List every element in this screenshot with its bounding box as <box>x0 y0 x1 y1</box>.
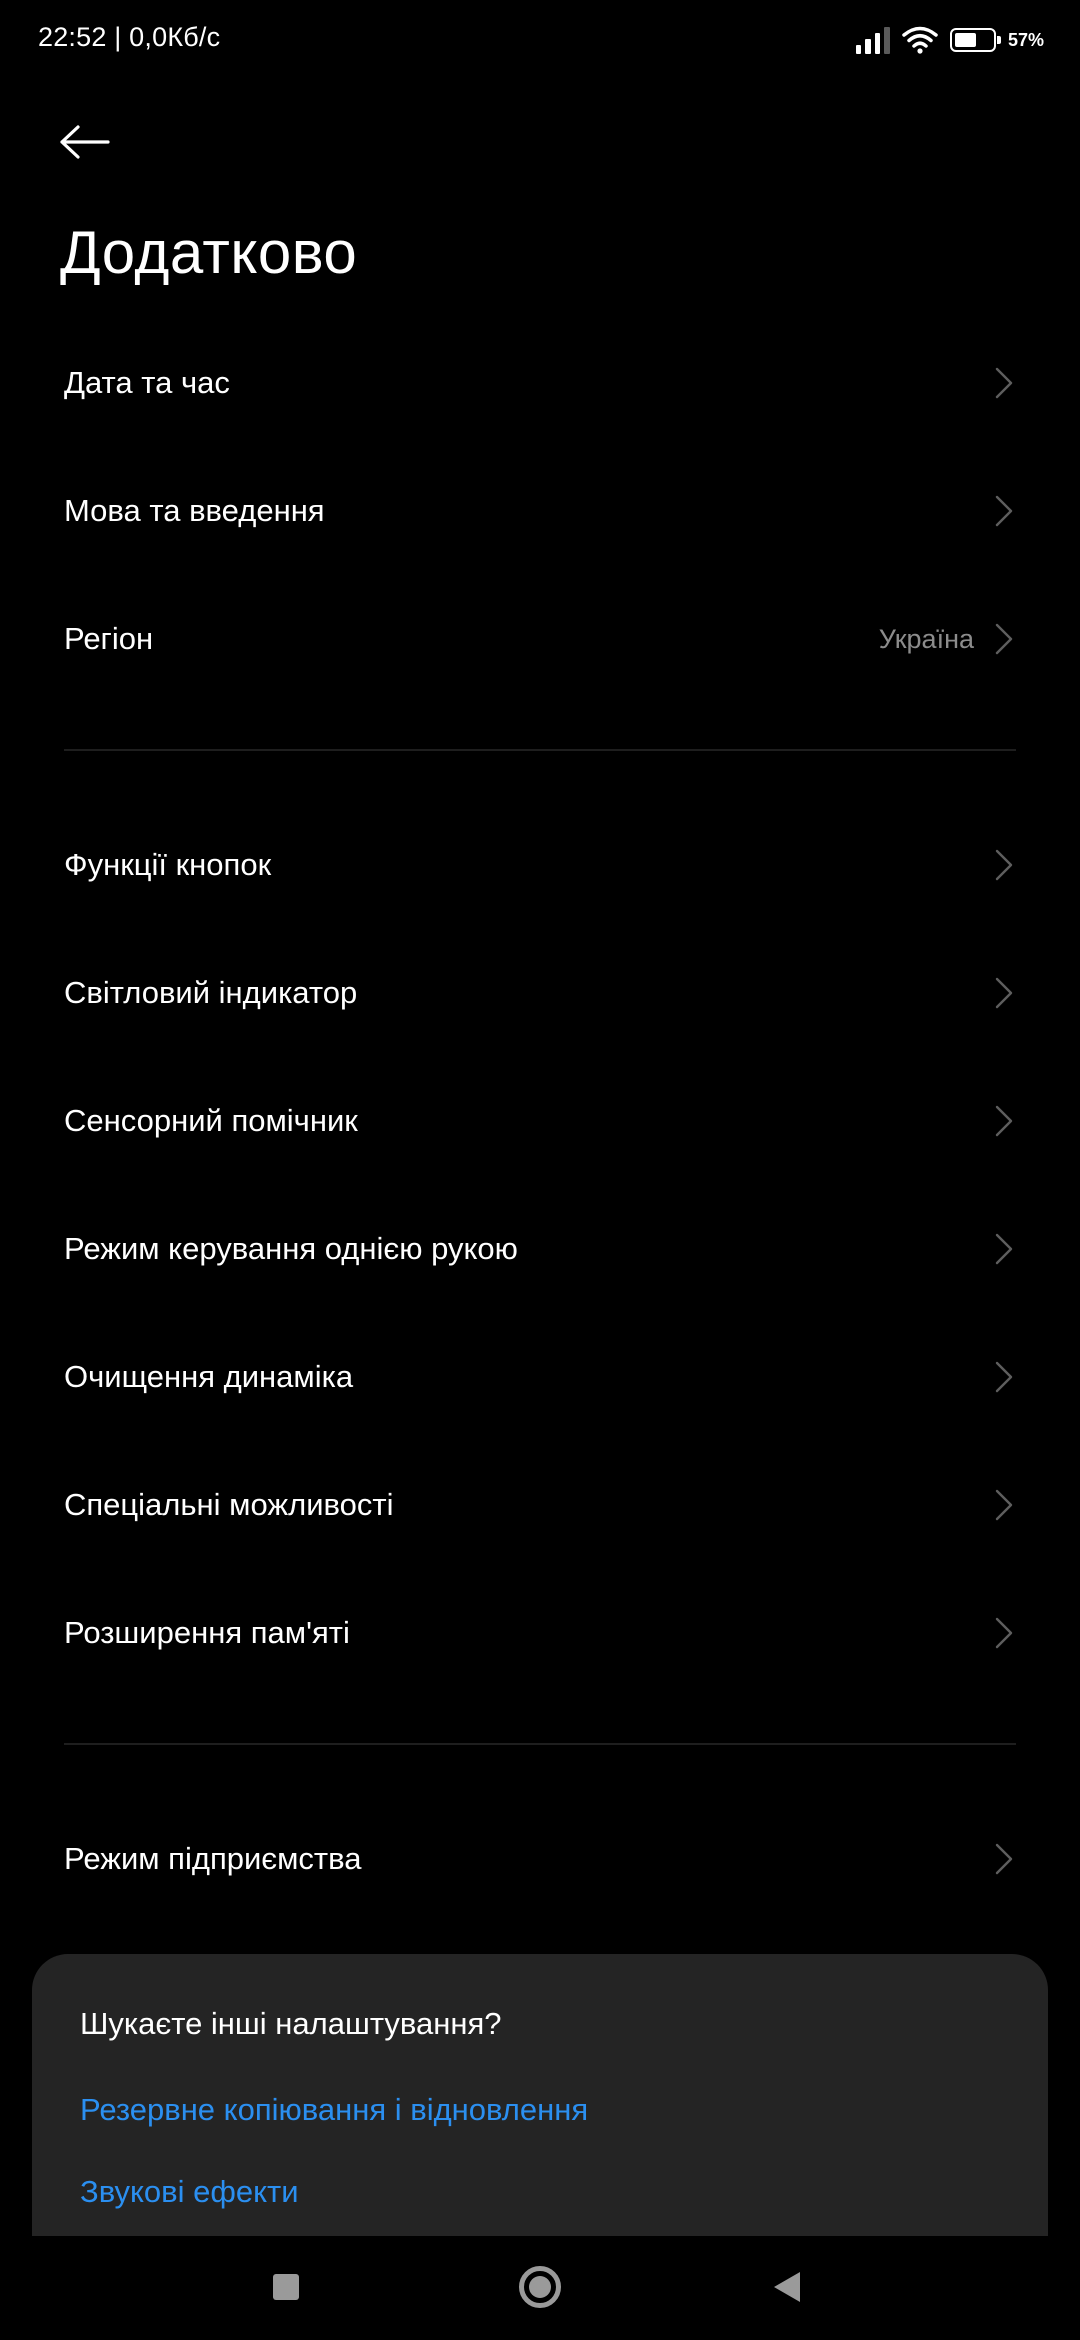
settings-row-memory-extension[interactable]: Розширення пам'яті <box>0 1569 1080 1697</box>
status-icons: 57% <box>855 22 1044 58</box>
settings-row-enterprise-mode[interactable]: Режим підприємства <box>0 1795 1080 1923</box>
page-title: Додатково <box>60 219 358 286</box>
row-label: Спеціальні можливості <box>64 1487 394 1522</box>
row-label: Розширення пам'яті <box>64 1615 350 1650</box>
battery-fill <box>954 33 976 47</box>
home-circle-icon[interactable] <box>519 2266 561 2308</box>
settings-row-date-time[interactable]: Дата та час <box>0 319 1080 447</box>
chevron-right-icon <box>995 1105 1013 1137</box>
chevron-right-icon <box>995 1843 1013 1875</box>
wifi-icon <box>902 26 938 54</box>
link-sound-effects[interactable]: Звукові ефекти <box>80 2174 299 2210</box>
row-label: Режим підприємства <box>64 1841 362 1876</box>
row-label: Регіон <box>64 621 154 656</box>
settings-row-button-functions[interactable]: Функції кнопок <box>0 801 1080 929</box>
chevron-right-icon <box>995 1233 1013 1265</box>
row-label: Очищення динаміка <box>64 1359 354 1394</box>
settings-row-touch-assistant[interactable]: Сенсорний помічник <box>0 1057 1080 1185</box>
chevron-right-icon <box>995 1361 1013 1393</box>
link-backup-restore[interactable]: Резервне копіювання і відновлення <box>80 2092 588 2128</box>
chevron-right-icon <box>995 1489 1013 1521</box>
back-button[interactable] <box>58 112 128 172</box>
battery-icon <box>949 28 1001 52</box>
row-label: Функції кнопок <box>64 847 272 882</box>
status-time-speed: 22:52 | 0,0Кб/с <box>38 22 221 52</box>
arrow-left-icon <box>60 125 110 159</box>
chevron-right-icon <box>995 977 1013 1009</box>
region-value: Україна <box>878 623 974 654</box>
settings-row-one-handed-mode[interactable]: Режим керування однією рукою <box>0 1185 1080 1313</box>
settings-row-region[interactable]: Регіон Україна <box>0 575 1080 703</box>
settings-row-light-indicator[interactable]: Світловий індикатор <box>0 929 1080 1057</box>
row-label: Сенсорний помічник <box>64 1103 358 1138</box>
back-triangle-icon[interactable] <box>774 2272 800 2302</box>
row-label: Світловий індикатор <box>64 975 358 1010</box>
chevron-right-icon <box>995 495 1013 527</box>
screen: 22:52 | 0,0Кб/с 57% Додатково Дата та ча… <box>0 0 1080 2340</box>
section-divider <box>64 1743 1016 1745</box>
row-label: Мова та введення <box>64 493 325 528</box>
suggestions-card: Шукаєте інші налаштування? Резервне копі… <box>32 1954 1048 2244</box>
settings-row-speaker-cleaning[interactable]: Очищення динаміка <box>0 1313 1080 1441</box>
section-divider <box>64 749 1016 751</box>
settings-row-accessibility[interactable]: Спеціальні можливості <box>0 1441 1080 1569</box>
chevron-right-icon <box>995 849 1013 881</box>
navigation-bar <box>0 2236 1080 2340</box>
battery-nub <box>996 36 1001 44</box>
chevron-right-icon <box>995 623 1013 655</box>
battery-percent: 57% <box>1007 29 1044 50</box>
row-label: Режим керування однією рукою <box>64 1231 518 1266</box>
settings-row-language-input[interactable]: Мова та введення <box>0 447 1080 575</box>
chevron-right-icon <box>995 367 1013 399</box>
status-bar: 22:52 | 0,0Кб/с 57% <box>0 0 1080 80</box>
chevron-right-icon <box>995 1617 1013 1649</box>
suggestions-title: Шукаєте інші налаштування? <box>80 2006 502 2041</box>
recents-square-icon[interactable] <box>273 2274 299 2300</box>
signal-icon <box>855 26 890 54</box>
row-label: Дата та час <box>64 365 230 400</box>
